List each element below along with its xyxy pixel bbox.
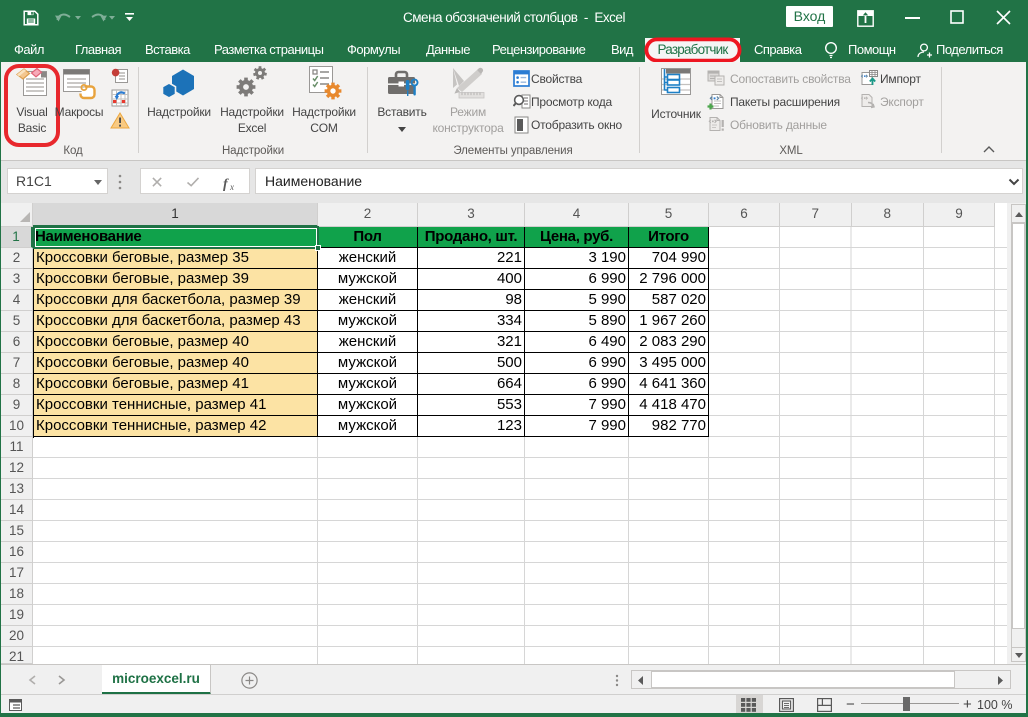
svg-text:x: x <box>229 182 234 191</box>
svg-text:f: f <box>223 177 229 191</box>
